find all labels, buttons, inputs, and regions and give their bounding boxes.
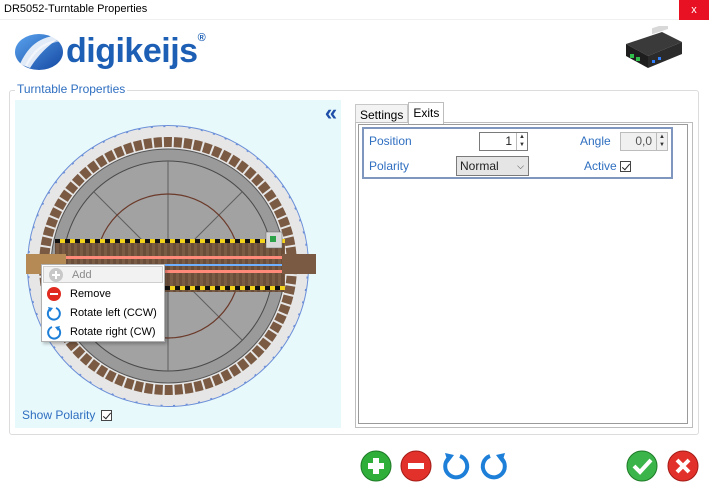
angle-spinner[interactable]: 0,0 ▲ ▼ — [620, 132, 668, 151]
add-button[interactable] — [360, 450, 392, 482]
device-image-icon — [626, 26, 682, 68]
window-title: DR5052-Turntable Properties — [4, 3, 148, 15]
menu-item-rotate-right[interactable]: Rotate right (CW) — [42, 322, 164, 341]
brand-name: digikeijs — [66, 32, 198, 70]
rotate-right-icon — [47, 325, 62, 340]
menu-item-add[interactable]: Add — [43, 266, 163, 283]
menu-item-label: Rotate left (CCW) — [70, 306, 157, 319]
show-polarity-checkbox[interactable] — [101, 409, 113, 421]
rotate-left-button[interactable] — [440, 450, 472, 482]
menu-item-remove[interactable]: Remove — [42, 284, 164, 303]
spinner-arrows-icon[interactable]: ▲ ▼ — [656, 133, 667, 150]
remove-icon — [47, 286, 61, 301]
ok-button[interactable] — [626, 450, 658, 482]
menu-item-label: Rotate right (CW) — [70, 325, 156, 338]
position-label: Position — [369, 134, 412, 148]
tab-exits[interactable]: Exits — [408, 102, 445, 124]
show-polarity-label: Show Polarity — [22, 408, 96, 422]
menu-item-label: Add — [72, 268, 92, 281]
registered-mark: ® — [197, 32, 206, 44]
collapse-panel-button[interactable]: « — [320, 100, 342, 125]
close-button[interactable]: x — [679, 0, 709, 20]
remove-button[interactable] — [400, 450, 432, 482]
angle-value: 0,0 — [635, 134, 652, 148]
title-bar: DR5052-Turntable Properties x — [0, 0, 709, 20]
logo-swoosh-icon — [15, 34, 66, 70]
spinner-arrows-icon[interactable]: ▲ ▼ — [516, 133, 527, 150]
group-legend: Turntable Properties — [15, 82, 128, 96]
polarity-value: Normal — [460, 159, 499, 173]
chevron-down-icon: ⌵ — [517, 161, 524, 171]
tab-settings[interactable]: Settings — [355, 104, 409, 124]
double-chevron-left-icon: « — [324, 100, 338, 125]
active-checkbox[interactable] — [620, 161, 631, 172]
add-icon — [49, 267, 63, 282]
show-polarity-toggle[interactable]: Show Polarity — [22, 408, 113, 422]
angle-label: Angle — [580, 134, 611, 148]
context-menu: Add Remove Rotate left (CCW) Rotate righ… — [41, 264, 165, 342]
cancel-button[interactable] — [667, 450, 699, 482]
menu-item-rotate-left[interactable]: Rotate left (CCW) — [42, 303, 164, 322]
rotate-right-button[interactable] — [478, 450, 510, 482]
position-value: 1 — [505, 134, 512, 148]
tab-strip: Settings Exits — [355, 102, 445, 124]
polarity-select[interactable]: Normal ⌵ — [456, 156, 529, 176]
rotate-left-icon — [46, 306, 61, 321]
position-spinner[interactable]: 1 ▲ ▼ — [479, 132, 528, 151]
polarity-label: Polarity — [369, 159, 410, 173]
menu-item-label: Remove — [70, 287, 111, 300]
active-label: Active — [584, 159, 617, 173]
